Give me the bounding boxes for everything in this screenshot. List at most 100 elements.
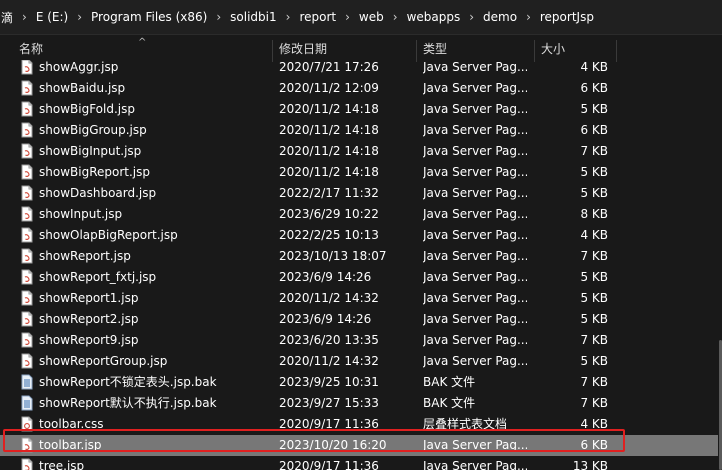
column-header-type[interactable]: 类型	[418, 36, 534, 62]
breadcrumb-separator-icon[interactable]: ›	[69, 10, 90, 24]
file-row[interactable]: showReport.jsp 2023/10/13 18:07 Java Serve…	[0, 246, 720, 267]
file-size: 7 KB	[580, 396, 608, 410]
file-type: Java Server Pag...	[423, 459, 527, 470]
file-row[interactable]: showReportGroup.jsp 2020/11/2 14:32 Java S…	[0, 351, 720, 372]
breadcrumb-item[interactable]: E (E:)	[35, 10, 69, 24]
jsp-file-icon	[21, 164, 33, 180]
file-row[interactable]: showInput.jsp 2023/6/29 10:22 Java Server …	[0, 204, 720, 225]
file-type: Java Server Pag...	[423, 60, 527, 74]
file-name: showInput.jsp	[39, 207, 123, 221]
breadcrumb-separator-icon[interactable]: ›	[385, 10, 406, 24]
file-type: 层叠样式表文档	[423, 417, 508, 431]
file-size: 5 KB	[580, 354, 608, 368]
file-size: 7 KB	[580, 333, 608, 347]
file-row[interactable]: showReport9.jsp 2023/6/20 13:35 Java Serve…	[0, 330, 720, 351]
column-divider[interactable]	[534, 40, 535, 62]
file-row[interactable]: showAggr.jsp 2020/7/21 17:26 Java Server P…	[0, 60, 720, 78]
file-row[interactable]: showBigReport.jsp 2020/11/2 14:18 Java Ser…	[0, 162, 720, 183]
file-modified-date: 2023/9/25 10:31	[279, 375, 379, 389]
jsp-file-icon	[21, 206, 33, 222]
file-name: showBigReport.jsp	[39, 165, 150, 179]
jsp-file-icon	[21, 332, 33, 348]
breadcrumb-item[interactable]: solidbi1	[229, 10, 277, 24]
file-row[interactable]: showReport2.jsp 2023/6/9 14:26 Java Server…	[0, 309, 720, 330]
file-row[interactable]: showReport不锁定表头.jsp.bak 2023/9/25 10:31 BA…	[0, 372, 720, 393]
jsp-file-icon	[21, 290, 33, 306]
jsp-file-icon	[21, 60, 33, 75]
file-size: 5 KB	[580, 102, 608, 116]
file-type: Java Server Pag...	[423, 123, 527, 137]
file-modified-date: 2023/6/9 14:26	[279, 312, 372, 326]
file-row[interactable]: showReport_fxtj.jsp 2023/6/9 14:26 Java Se…	[0, 267, 720, 288]
file-row-selected[interactable]: toolbar.jsp 2023/10/20 16:20 Java Server P…	[0, 435, 720, 456]
breadcrumb-item[interactable]: reportJsp	[539, 10, 595, 24]
breadcrumb-item[interactable]: report	[298, 10, 337, 24]
file-name: showDashboard.jsp	[39, 186, 157, 200]
file-row[interactable]: showReport默认不执行.jsp.bak 2023/9/27 15:33 BA…	[0, 393, 720, 414]
file-row[interactable]: showBaidu.jsp 2020/11/2 12:09 Java Server …	[0, 78, 720, 99]
breadcrumb-item[interactable]: web	[358, 10, 385, 24]
file-size: 6 KB	[580, 81, 608, 95]
file-size: 8 KB	[580, 207, 608, 221]
breadcrumb-separator-icon[interactable]: ›	[461, 10, 482, 24]
breadcrumb-separator-icon[interactable]: ›	[337, 10, 358, 24]
sort-ascending-icon: ^	[138, 37, 147, 48]
breadcrumb-item[interactable]: Program Files (x86)	[90, 10, 208, 24]
column-divider[interactable]	[416, 40, 417, 62]
file-modified-date: 2020/11/2 14:18	[279, 144, 379, 158]
breadcrumb-separator-icon[interactable]: ›	[278, 10, 299, 24]
jsp-file-icon	[21, 227, 33, 243]
jsp-file-icon	[21, 269, 33, 285]
column-header-size[interactable]: 大小	[536, 36, 616, 62]
column-divider[interactable]	[616, 40, 617, 62]
file-row[interactable]: showOlapBigReport.jsp 2022/2/25 10:13 Java…	[0, 225, 720, 246]
breadcrumb-item[interactable]: demo	[482, 10, 518, 24]
breadcrumb-separator-icon[interactable]: ›	[14, 10, 35, 24]
file-row[interactable]: showBigFold.jsp 2020/11/2 14:18 Java Serve…	[0, 99, 720, 120]
file-type: Java Server Pag...	[423, 207, 527, 221]
file-name: showOlapBigReport.jsp	[39, 228, 178, 242]
file-row[interactable]: toolbar.css 2020/9/17 11:36 层叠样式表文档 4 KB	[0, 414, 720, 435]
file-type: Java Server Pag...	[423, 81, 527, 95]
file-type: Java Server Pag...	[423, 333, 527, 347]
jsp-file-icon	[21, 122, 33, 138]
file-size: 7 KB	[580, 144, 608, 158]
file-size: 5 KB	[580, 186, 608, 200]
breadcrumb-item[interactable]: 滴	[0, 9, 14, 26]
file-size: 7 KB	[580, 375, 608, 389]
column-header-bar: 名称 ^ 修改日期 类型 大小	[0, 36, 722, 62]
file-name: showAggr.jsp	[39, 60, 119, 74]
file-modified-date: 2020/11/2 14:32	[279, 291, 379, 305]
jsp-file-icon	[21, 80, 33, 96]
address-breadcrumb[interactable]: 滴 › E (E:) › Program Files (x86) › solidbi1 › re…	[0, 0, 722, 35]
file-name: showBigInput.jsp	[39, 144, 142, 158]
breadcrumb-item[interactable]: webapps	[406, 10, 462, 24]
file-row[interactable]: showBigGroup.jsp 2020/11/2 14:18 Java Serv…	[0, 120, 720, 141]
file-type: Java Server Pag...	[423, 102, 527, 116]
file-modified-date: 2023/10/13 18:07	[279, 249, 387, 263]
file-type: Java Server Pag...	[423, 144, 527, 158]
file-row[interactable]: tree.jsp 2020/9/17 11:36 Java Server Pag..…	[0, 456, 720, 470]
file-modified-date: 2022/2/25 10:13	[279, 228, 379, 242]
file-row[interactable]: showDashboard.jsp 2022/2/17 11:32 Java Ser…	[0, 183, 720, 204]
css-file-icon	[21, 416, 33, 432]
file-type: Java Server Pag...	[423, 228, 527, 242]
breadcrumb-separator-icon[interactable]: ›	[208, 10, 229, 24]
file-modified-date: 2020/11/2 14:18	[279, 102, 379, 116]
file-name: showBigGroup.jsp	[39, 123, 147, 137]
file-name: showReport默认不执行.jsp.bak	[39, 396, 217, 410]
bak-file-icon	[21, 395, 33, 411]
bak-file-icon	[21, 374, 33, 390]
file-size: 5 KB	[580, 165, 608, 179]
file-type: Java Server Pag...	[423, 186, 527, 200]
file-row[interactable]: showBigInput.jsp 2020/11/2 14:18 Java Serv…	[0, 141, 720, 162]
file-list[interactable]: showAggr.jsp 2020/7/21 17:26 Java Server P…	[0, 60, 722, 470]
file-size: 6 KB	[580, 438, 608, 452]
file-row[interactable]: showReport1.jsp 2020/11/2 14:32 Java Serve…	[0, 288, 720, 309]
file-size: 13 KB	[572, 459, 608, 470]
breadcrumb-separator-icon[interactable]: ›	[518, 10, 539, 24]
column-header-date[interactable]: 修改日期	[274, 36, 416, 62]
column-divider[interactable]	[272, 40, 273, 62]
jsp-file-icon	[21, 353, 33, 369]
vertical-scrollbar[interactable]	[718, 62, 722, 470]
